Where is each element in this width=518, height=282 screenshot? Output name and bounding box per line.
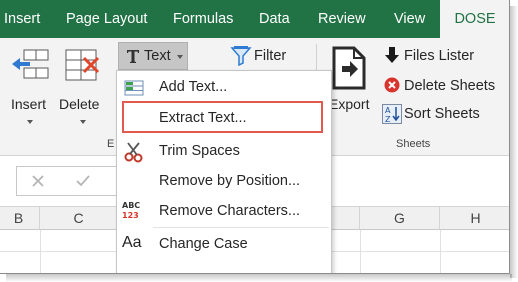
tab-view[interactable]: View (394, 0, 425, 38)
insert-caret-icon (27, 120, 33, 124)
filter-button[interactable]: Filter (228, 44, 300, 70)
enter-check-icon[interactable] (75, 174, 91, 188)
column-header-c[interactable]: C (40, 206, 118, 230)
menu-item-add-text[interactable]: Add Text... (117, 73, 331, 103)
tab-data[interactable]: Data (259, 0, 290, 38)
tab-insert[interactable]: Insert (4, 0, 40, 38)
cancel-x-icon[interactable] (31, 174, 45, 188)
change-case-label: Change Case (159, 236, 248, 252)
menu-item-remove-characters[interactable]: ABC 123 Remove Characters... (117, 197, 331, 227)
sort-az-icon: A Z (382, 104, 402, 124)
grid-column-line (40, 230, 41, 273)
text-dropdown-button[interactable]: Text (118, 42, 188, 70)
abc-icon-text: ABC (122, 201, 141, 210)
ribbon-tab-bar: Insert Page Layout Formulas Data Review … (0, 0, 509, 38)
insert-label: Insert (11, 96, 47, 112)
filter-funnel-icon (230, 46, 252, 66)
grid-column-line (360, 230, 361, 273)
text-button-label: Text (144, 48, 171, 64)
tab-formulas[interactable]: Formulas (173, 0, 233, 38)
formula-buttons-box (16, 166, 126, 196)
excel-window: Insert Page Layout Formulas Data Review … (0, 0, 510, 274)
export-label: Export (329, 96, 370, 112)
window-shadow-bottom (6, 274, 512, 282)
window-shadow-right (510, 6, 518, 278)
menu-item-trim-spaces[interactable]: Trim Spaces (117, 137, 331, 167)
delete-cells-icon (65, 49, 100, 81)
cells-group-label: E (107, 138, 115, 150)
extract-text-highlight-box (122, 101, 323, 133)
abc-123-icon: ABC 123 (122, 201, 146, 225)
remove-characters-label: Remove Characters... (159, 203, 301, 219)
files-lister-button[interactable]: Files Lister (382, 44, 506, 68)
insert-button[interactable]: Insert (6, 44, 52, 134)
text-t-icon (127, 50, 139, 63)
aa-icon: Aa (122, 234, 142, 251)
export-document-icon (332, 46, 366, 90)
menu-item-remove-by-position[interactable]: Remove by Position... (117, 167, 331, 197)
column-header-b[interactable]: B (0, 206, 40, 230)
menu-separator (153, 227, 329, 228)
sort-sheets-label: Sort Sheets (404, 106, 480, 122)
text-caret-icon (177, 55, 183, 59)
filter-label: Filter (254, 48, 287, 64)
delete-sheets-label: Delete Sheets (404, 78, 496, 94)
trim-spaces-label: Trim Spaces (159, 143, 240, 159)
column-header-g[interactable]: G (360, 206, 440, 230)
delete-label: Delete (59, 96, 100, 112)
tab-dose[interactable]: DOSE (440, 0, 509, 38)
num-icon-text: 123 (122, 211, 139, 220)
tab-review[interactable]: Review (318, 0, 366, 38)
add-text-icon (124, 80, 144, 96)
down-arrow-icon (385, 47, 399, 63)
tab-page-layout[interactable]: Page Layout (66, 0, 147, 38)
remove-by-position-label: Remove by Position... (159, 173, 301, 189)
delete-sheets-button[interactable]: Delete Sheets (382, 74, 508, 98)
grid-column-line (440, 230, 441, 273)
delete-caret-icon (80, 120, 86, 124)
add-text-label: Add Text... (159, 79, 228, 95)
insert-cells-icon (12, 49, 49, 79)
menu-item-change-case[interactable]: Aa Change Case (117, 230, 331, 260)
export-button[interactable]: Export (326, 44, 376, 114)
sheets-group-label: Sheets (396, 138, 431, 150)
svg-text:Z: Z (385, 115, 391, 124)
files-lister-label: Files Lister (404, 48, 475, 64)
column-header-h[interactable]: H (440, 206, 509, 230)
svg-text:A: A (385, 106, 391, 115)
delete-circle-icon (384, 77, 400, 93)
scissors-icon (124, 142, 143, 163)
delete-button[interactable]: Delete (56, 44, 110, 134)
sort-sheets-button[interactable]: A Z Sort Sheets (382, 102, 502, 126)
